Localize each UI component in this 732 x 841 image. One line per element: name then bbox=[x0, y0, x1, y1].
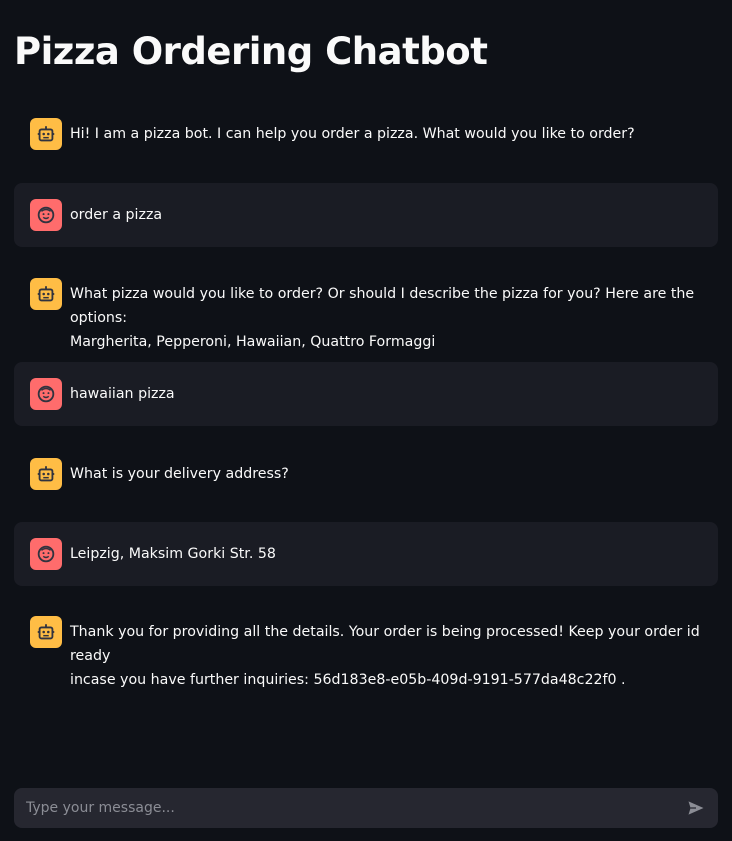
robot-icon bbox=[30, 616, 62, 648]
chat-message-user: Leipzig, Maksim Gorki Str. 58 bbox=[14, 522, 718, 586]
chat-app: Pizza Ordering Chatbot Hi! I am a pizza … bbox=[0, 0, 732, 841]
message-text: hawaiian pizza bbox=[70, 386, 175, 402]
message-text: order a pizza bbox=[70, 207, 163, 223]
chat-message-assistant: Thank you for providing all the details.… bbox=[14, 616, 718, 692]
message-text: Thank you for providing all the details.… bbox=[70, 624, 700, 688]
chat-message-assistant: What pizza would you like to order? Or s… bbox=[14, 278, 718, 354]
chat-message-assistant: What is your delivery address? bbox=[14, 458, 718, 490]
smiling-face-icon bbox=[30, 378, 62, 410]
message-text: Leipzig, Maksim Gorki Str. 58 bbox=[70, 546, 276, 562]
send-icon[interactable] bbox=[684, 796, 708, 820]
chat-message-user: order a pizza bbox=[14, 183, 718, 247]
chat-message-user: hawaiian pizza bbox=[14, 362, 718, 426]
robot-icon bbox=[30, 458, 62, 490]
robot-icon bbox=[30, 118, 62, 150]
message-text: What is your delivery address? bbox=[70, 466, 289, 482]
page-title: Pizza Ordering Chatbot bbox=[14, 30, 488, 73]
chat-input-container bbox=[14, 788, 718, 828]
robot-icon bbox=[30, 278, 62, 310]
message-text: What pizza would you like to order? Or s… bbox=[70, 286, 695, 350]
message-text: Hi! I am a pizza bot. I can help you ord… bbox=[70, 126, 635, 142]
smiling-face-icon bbox=[30, 538, 62, 570]
smiling-face-icon bbox=[30, 199, 62, 231]
chat-input[interactable] bbox=[24, 799, 684, 817]
chat-message-assistant: Hi! I am a pizza bot. I can help you ord… bbox=[14, 118, 718, 150]
